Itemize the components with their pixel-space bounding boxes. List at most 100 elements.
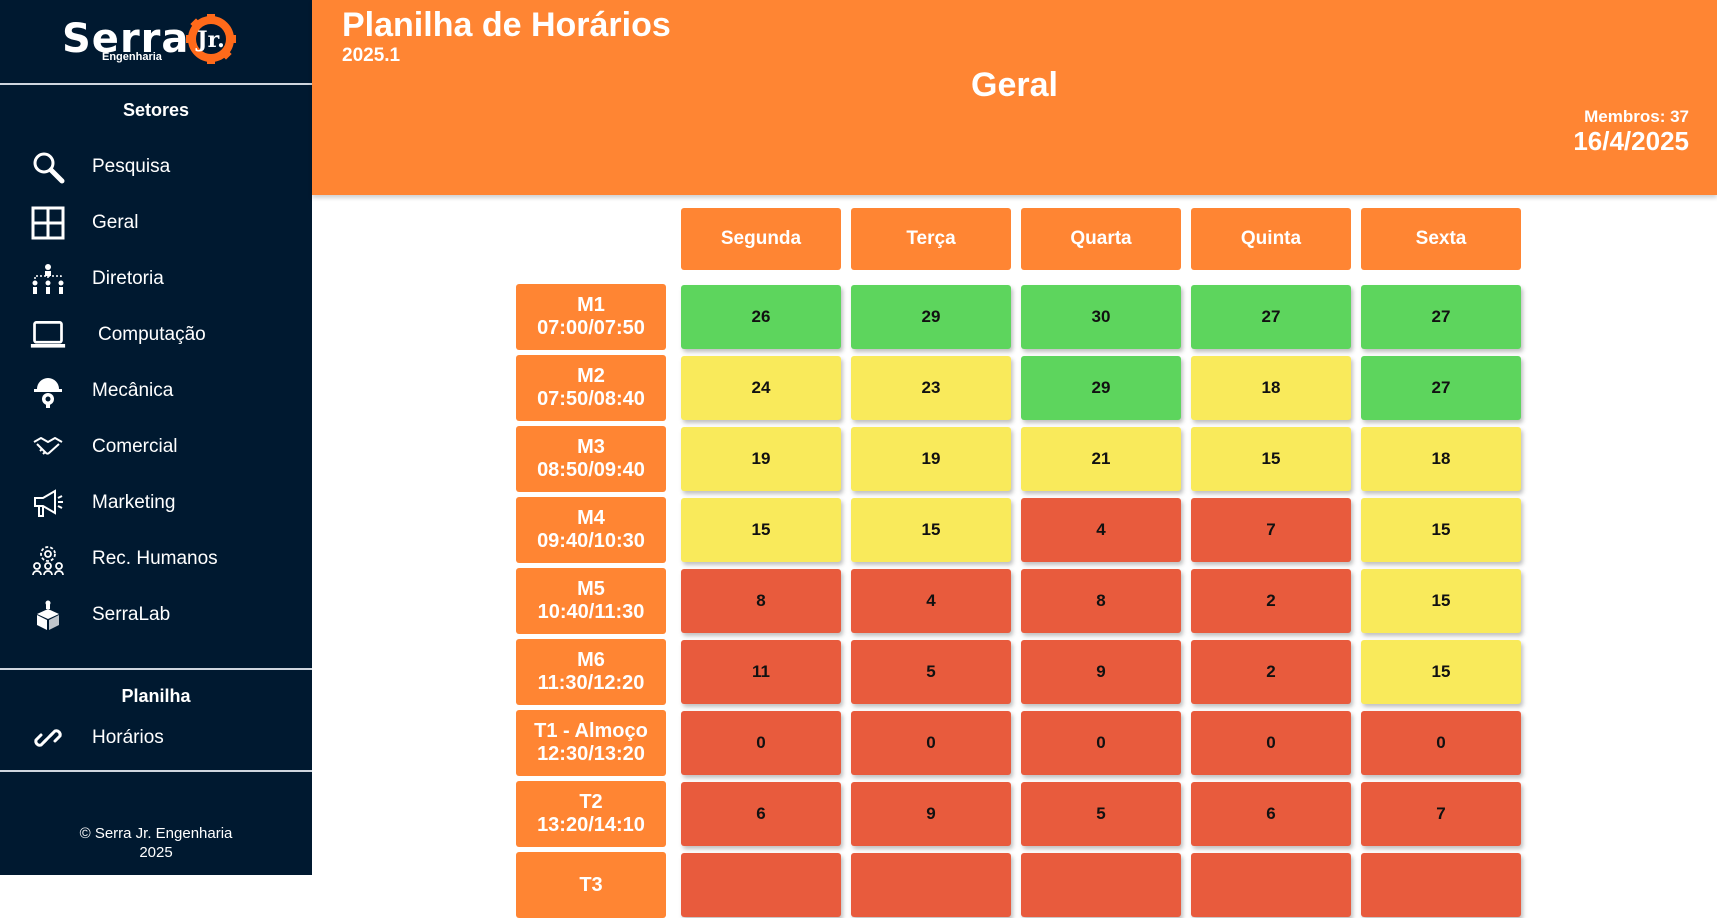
availability-cell[interactable]: 27 bbox=[1361, 356, 1521, 420]
availability-cell[interactable]: 4 bbox=[851, 569, 1011, 633]
availability-cell[interactable] bbox=[1191, 853, 1351, 917]
availability-cell[interactable]: 23 bbox=[851, 356, 1011, 420]
availability-cell[interactable]: 21 bbox=[1021, 427, 1181, 491]
availability-cell[interactable]: 15 bbox=[681, 498, 841, 562]
availability-cell[interactable]: 26 bbox=[681, 285, 841, 349]
slot-time: 08:50/09:40 bbox=[537, 459, 645, 481]
logo-mark: Jr. bbox=[195, 27, 225, 53]
availability-cell[interactable]: 18 bbox=[1361, 427, 1521, 491]
availability-cell[interactable]: 24 bbox=[681, 356, 841, 420]
availability-cell[interactable]: 15 bbox=[1361, 640, 1521, 704]
availability-cell[interactable] bbox=[1021, 853, 1181, 917]
lab-box-icon bbox=[30, 597, 66, 633]
availability-cell[interactable]: 8 bbox=[681, 569, 841, 633]
availability-cell[interactable]: 7 bbox=[1361, 782, 1521, 846]
sidebar-item-diretoria[interactable]: Diretoria bbox=[0, 255, 312, 303]
sidebar-item-pesquisa[interactable]: Pesquisa bbox=[0, 143, 312, 191]
slot-code: M5 bbox=[577, 578, 605, 600]
sidebar-item-mec-nica[interactable]: Mecânica bbox=[0, 367, 312, 415]
availability-cell[interactable]: 15 bbox=[851, 498, 1011, 562]
sidebar-item-label: Rec. Humanos bbox=[92, 548, 218, 569]
day-header: Quarta bbox=[1021, 208, 1181, 270]
sidebar-item-label: SerraLab bbox=[92, 604, 171, 625]
availability-cell[interactable]: 7 bbox=[1191, 498, 1351, 562]
availability-cell[interactable]: 2 bbox=[1191, 569, 1351, 633]
time-slot-label: M2 07:50/08:40 bbox=[516, 355, 666, 421]
header: Planilha de Horários 2025.1 Geral Membro… bbox=[312, 0, 1717, 195]
availability-cell[interactable]: 15 bbox=[1361, 569, 1521, 633]
day-header: Sexta bbox=[1361, 208, 1521, 270]
slot-code: M6 bbox=[577, 649, 605, 671]
availability-cell[interactable]: 19 bbox=[851, 427, 1011, 491]
sidebar-item-label: Pesquisa bbox=[92, 156, 171, 177]
availability-cell[interactable]: 19 bbox=[681, 427, 841, 491]
time-slot-label: T1 - Almoço 12:30/13:20 bbox=[516, 710, 666, 776]
slot-time: 07:50/08:40 bbox=[537, 388, 645, 410]
org-chart-icon bbox=[30, 261, 66, 297]
slot-code: M3 bbox=[577, 436, 605, 458]
availability-cell[interactable] bbox=[681, 853, 841, 917]
search-icon bbox=[30, 149, 66, 185]
laptop-icon bbox=[30, 317, 66, 353]
availability-cell[interactable]: 15 bbox=[1361, 498, 1521, 562]
members-count: Membros: 37 bbox=[1584, 107, 1689, 126]
handshake-icon bbox=[30, 429, 66, 465]
availability-cell[interactable]: 30 bbox=[1021, 285, 1181, 349]
footer-year: 2025 bbox=[139, 844, 173, 861]
availability-cell[interactable]: 5 bbox=[1021, 782, 1181, 846]
current-date: 16/4/2025 bbox=[1573, 126, 1689, 156]
availability-cell[interactable]: 0 bbox=[1361, 711, 1521, 775]
day-header: Segunda bbox=[681, 208, 841, 270]
sectors-title: Setores bbox=[122, 100, 190, 120]
availability-cell[interactable]: 0 bbox=[1021, 711, 1181, 775]
day-header: Terça bbox=[851, 208, 1011, 270]
availability-cell[interactable]: 29 bbox=[1021, 356, 1181, 420]
sidebar-item-geral[interactable]: Geral bbox=[0, 199, 312, 247]
availability-cell[interactable]: 0 bbox=[681, 711, 841, 775]
page-title: Planilha de Horários bbox=[342, 6, 671, 44]
availability-cell[interactable]: 15 bbox=[1191, 427, 1351, 491]
sheet-title: Planilha bbox=[121, 686, 191, 706]
availability-cell[interactable]: 2 bbox=[1191, 640, 1351, 704]
sidebar-item-label: Diretoria bbox=[92, 268, 164, 289]
grid-icon bbox=[30, 205, 66, 241]
time-slot-label: M5 10:40/11:30 bbox=[516, 568, 666, 634]
availability-cell[interactable]: 9 bbox=[1021, 640, 1181, 704]
availability-cell[interactable]: 6 bbox=[1191, 782, 1351, 846]
divider bbox=[0, 770, 312, 772]
slot-time: 11:30/12:20 bbox=[537, 672, 645, 694]
sidebar-item-label: Marketing bbox=[92, 492, 176, 513]
availability-cell[interactable]: 0 bbox=[1191, 711, 1351, 775]
sidebar-item-rec-humanos[interactable]: Rec. Humanos bbox=[0, 535, 312, 583]
link-icon bbox=[30, 720, 66, 756]
sidebar-item-label: Geral bbox=[92, 212, 139, 233]
sidebar-item-marketing[interactable]: Marketing bbox=[0, 479, 312, 527]
availability-cell[interactable]: 9 bbox=[851, 782, 1011, 846]
sidebar-item-horarios[interactable]: Horários bbox=[0, 714, 312, 762]
availability-cell[interactable] bbox=[851, 853, 1011, 917]
sidebar-item-comercial[interactable]: Comercial bbox=[0, 423, 312, 471]
slot-time: 09:40/10:30 bbox=[537, 530, 645, 552]
availability-cell[interactable]: 29 bbox=[851, 285, 1011, 349]
availability-cell[interactable]: 27 bbox=[1361, 285, 1521, 349]
availability-cell[interactable]: 11 bbox=[681, 640, 841, 704]
sidebar-item-computa-o[interactable]: Computação bbox=[0, 311, 312, 359]
availability-cell[interactable]: 5 bbox=[851, 640, 1011, 704]
day-header: Quinta bbox=[1191, 208, 1351, 270]
sidebar-item-serralab[interactable]: SerraLab bbox=[0, 591, 312, 639]
logo[interactable]: Serra Jr. Engenharia bbox=[0, 0, 312, 85]
slot-time: 07:00/07:50 bbox=[537, 317, 645, 339]
footer: © Serra Jr. Engenharia 2025 bbox=[0, 824, 312, 862]
slot-code: M2 bbox=[577, 365, 605, 387]
availability-cell[interactable]: 6 bbox=[681, 782, 841, 846]
availability-cell[interactable]: 8 bbox=[1021, 569, 1181, 633]
sector-title: Geral bbox=[971, 66, 1058, 104]
time-slot-label: M4 09:40/10:30 bbox=[516, 497, 666, 563]
availability-cell[interactable]: 0 bbox=[851, 711, 1011, 775]
slot-code: T3 bbox=[579, 873, 603, 896]
availability-cell[interactable]: 4 bbox=[1021, 498, 1181, 562]
availability-cell[interactable] bbox=[1361, 853, 1521, 917]
sidebar-item-label: Computação bbox=[98, 324, 206, 345]
availability-cell[interactable]: 27 bbox=[1191, 285, 1351, 349]
availability-cell[interactable]: 18 bbox=[1191, 356, 1351, 420]
